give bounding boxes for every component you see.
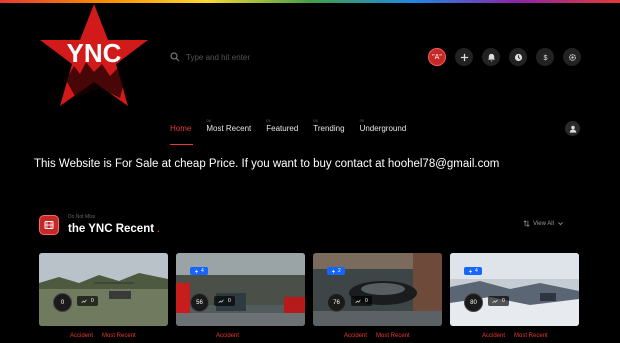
view-all-link[interactable]: View All xyxy=(523,220,564,227)
user-menu-button[interactable] xyxy=(565,121,580,136)
trending-icon xyxy=(355,299,361,304)
video-card[interactable]: 4 80 0 xyxy=(450,253,579,326)
gear-icon xyxy=(568,53,576,61)
bell-icon xyxy=(487,53,495,62)
video-thumbnail[interactable] xyxy=(313,253,442,326)
views-count: 0 xyxy=(365,298,368,304)
sort-icon xyxy=(523,220,530,227)
nav-item-label: Trending xyxy=(313,124,345,133)
settings-button[interactable] xyxy=(563,48,581,66)
video-thumbnail[interactable] xyxy=(450,253,579,326)
nav-item-count: 01 xyxy=(266,118,271,123)
notifications-button[interactable] xyxy=(482,48,500,66)
section-subtitle: Do Not Miss xyxy=(68,214,96,220)
trending-icon xyxy=(492,299,498,304)
trending-icon xyxy=(218,299,224,304)
tag-link[interactable]: Most Recent xyxy=(514,333,548,339)
nav-item-home[interactable]: Home xyxy=(170,118,194,146)
card-tags: Accident Most Recent xyxy=(70,333,136,339)
rating-score: 80 xyxy=(464,293,483,312)
nav-item-underground[interactable]: 05 Underground xyxy=(360,118,407,146)
search-input[interactable] xyxy=(186,52,386,62)
user-icon xyxy=(569,125,576,133)
card-tags: Accident Most Recent xyxy=(344,333,410,339)
svg-text:$: $ xyxy=(543,53,547,62)
views-counter: 0 xyxy=(488,296,509,306)
views-count: 0 xyxy=(91,298,94,304)
sale-notice: This Website is For Sale at cheap Price.… xyxy=(34,158,500,170)
tag-link[interactable]: Accident xyxy=(344,333,367,339)
trending-icon xyxy=(81,299,87,304)
bolt-icon xyxy=(195,268,198,274)
quality-badge: 4 xyxy=(190,267,208,275)
nav-item-label: Featured xyxy=(266,124,299,133)
ync-logo[interactable]: YNC xyxy=(36,2,152,112)
views-count: 0 xyxy=(502,298,505,304)
history-button[interactable] xyxy=(509,48,527,66)
rating-score: 76 xyxy=(327,293,346,312)
search-icon xyxy=(170,52,180,62)
video-thumbnail[interactable] xyxy=(39,253,168,326)
main-nav: Home 06 Most Recent 01 Featured 04 Trend… xyxy=(170,118,406,146)
recent-cards: 0 0 4 56 0 2 76 0 4 80 0 xyxy=(39,253,579,326)
nav-item-count: 05 xyxy=(359,118,365,123)
nav-item-count: 06 xyxy=(206,118,211,123)
nav-item-count: 04 xyxy=(313,118,318,123)
video-card[interactable]: 0 0 xyxy=(39,253,168,326)
views-counter: 0 xyxy=(77,296,98,306)
title-dot: . xyxy=(157,224,160,234)
donate-button[interactable]: $ xyxy=(536,48,554,66)
tag-link[interactable]: Most Recent xyxy=(376,333,410,339)
search-bar[interactable] xyxy=(170,48,400,66)
nav-item-featured[interactable]: 01 Featured xyxy=(266,118,298,146)
video-thumbnail[interactable] xyxy=(176,253,305,326)
chevron-down-icon xyxy=(558,222,563,226)
video-card[interactable]: 4 56 0 xyxy=(176,253,305,326)
section-title-text: the YNC Recent xyxy=(68,223,155,235)
tag-link[interactable]: Accident xyxy=(216,333,239,339)
card-tags: Accident Most Recent xyxy=(482,333,548,339)
card-tags: Accident xyxy=(216,333,239,339)
badge-value: 2 xyxy=(338,268,341,274)
views-counter: 0 xyxy=(214,296,235,306)
dollar-icon: $ xyxy=(543,53,547,62)
plus-icon xyxy=(460,53,468,61)
badge-value: 4 xyxy=(475,268,478,274)
section-title: the YNC Recent. xyxy=(68,223,160,235)
quality-badge: 2 xyxy=(327,267,345,275)
video-card[interactable]: 2 76 0 xyxy=(313,253,442,326)
clock-icon xyxy=(514,53,522,61)
bolt-icon xyxy=(469,268,472,274)
nav-item-label: Home xyxy=(170,124,192,133)
rating-score: 56 xyxy=(190,293,209,312)
tag-link[interactable]: Accident xyxy=(482,333,505,339)
nav-item-most-recent[interactable]: 06 Most Recent xyxy=(206,118,251,146)
tag-link[interactable]: Accident xyxy=(70,333,93,339)
views-count: 0 xyxy=(228,298,231,304)
user-avatar-button[interactable]: "A" xyxy=(428,48,446,66)
badge-value: 4 xyxy=(201,268,204,274)
view-all-label: View All xyxy=(533,220,554,227)
nav-item-label: Underground xyxy=(359,124,407,133)
nav-item-label: Most Recent xyxy=(206,124,252,133)
views-counter: 0 xyxy=(351,296,372,306)
film-icon xyxy=(44,221,54,229)
nav-item-trending[interactable]: 04 Trending xyxy=(313,118,344,146)
logo-text: YNC xyxy=(67,38,122,68)
rating-score: 0 xyxy=(53,293,72,312)
bolt-icon xyxy=(332,268,335,274)
tag-link[interactable]: Most Recent xyxy=(102,333,136,339)
add-button[interactable] xyxy=(455,48,473,66)
quality-badge: 4 xyxy=(464,267,482,275)
header-toolbar: "A" $ xyxy=(428,48,581,66)
section-icon xyxy=(39,215,59,235)
